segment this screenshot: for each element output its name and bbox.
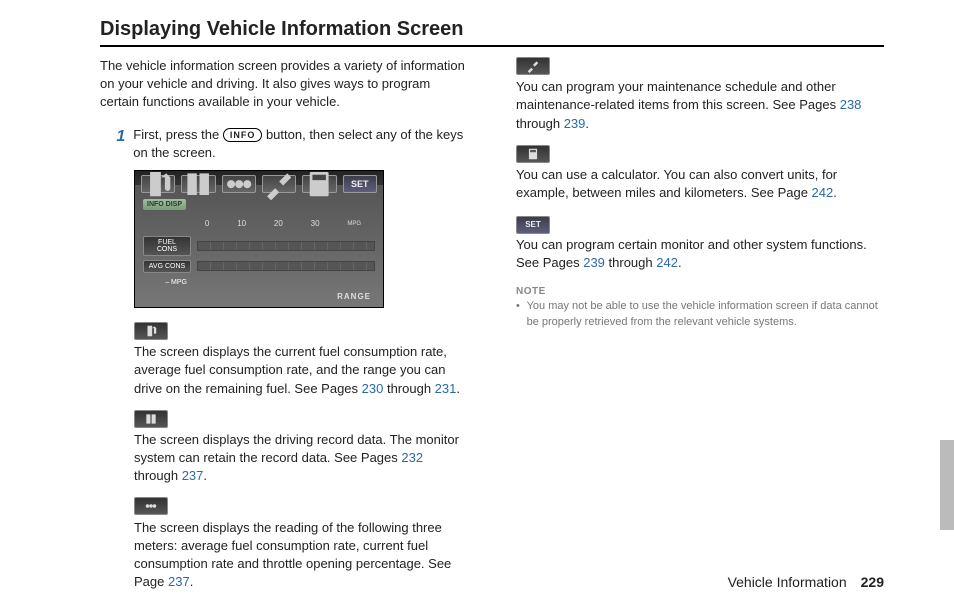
set-icon: SET [516,216,550,234]
note-label: NOTE [516,286,884,297]
wrench-icon [516,57,550,75]
step-1: 1 First, press the INFO button, then sel… [114,126,468,162]
ss-avg-cons-label: AVG CONS [143,260,191,273]
note-item: • You may not be able to use the vehicle… [516,299,884,330]
step-text-pre: First, press the [133,127,223,142]
calculator-icon [516,145,550,163]
ss-tab-maintenance-icon [262,175,296,193]
page-ref: 239 [583,255,605,270]
ss-tab-record-icon [181,175,215,193]
ss-range-label: RANGE [337,292,371,301]
page-ref: 237 [168,574,190,589]
three-gauges-icon [134,497,168,515]
ss-tab-meters-icon [222,175,256,193]
block-set: SET You can program certain monitor and … [516,214,884,272]
page-ref: 239 [564,116,586,131]
ss-tab-calculator-icon [302,175,336,193]
page-ref: 231 [435,381,457,396]
fuel-pump-icon [134,322,168,340]
page-ref: 237 [182,468,204,483]
block-record: The screen displays the driving record d… [134,410,468,486]
page-ref: 238 [840,97,862,112]
ss-fuel-bar [197,241,375,251]
ss-fuel-cons-label: FUEL CONS [143,236,191,256]
ss-tab-fuel-icon [141,175,175,193]
ss-tab-set: SET [343,175,377,193]
step-number: 1 [114,126,125,148]
page-ref: 232 [401,450,423,465]
block-maintenance: You can program your maintenance schedul… [516,57,884,133]
ss-avg-bar [197,261,375,271]
info-button-label: INFO [223,128,263,142]
block-fuel: The screen displays the current fuel con… [134,322,468,398]
ss-info-disp-label: INFO DISP [143,199,186,210]
intro-paragraph: The vehicle information screen provides … [100,57,468,112]
page-ref: 242 [656,255,678,270]
record-book-icon [134,410,168,428]
footer-page-number: 229 [861,574,884,590]
block-calculator: You can use a calculator. You can also c… [516,145,884,203]
vehicle-info-screenshot: SET INFO DISP 0 10 20 30 MPG [134,170,384,308]
thumb-index-tab [940,440,954,530]
page-footer: Vehicle Information 229 [728,574,884,590]
footer-section: Vehicle Information [728,574,847,590]
page-title: Displaying Vehicle Information Screen [100,18,884,47]
page-ref: 242 [812,185,834,200]
block-meters: The screen displays the reading of the f… [134,497,468,591]
ss-mpg-label: – MPG [143,277,191,288]
page-ref: 230 [362,381,384,396]
